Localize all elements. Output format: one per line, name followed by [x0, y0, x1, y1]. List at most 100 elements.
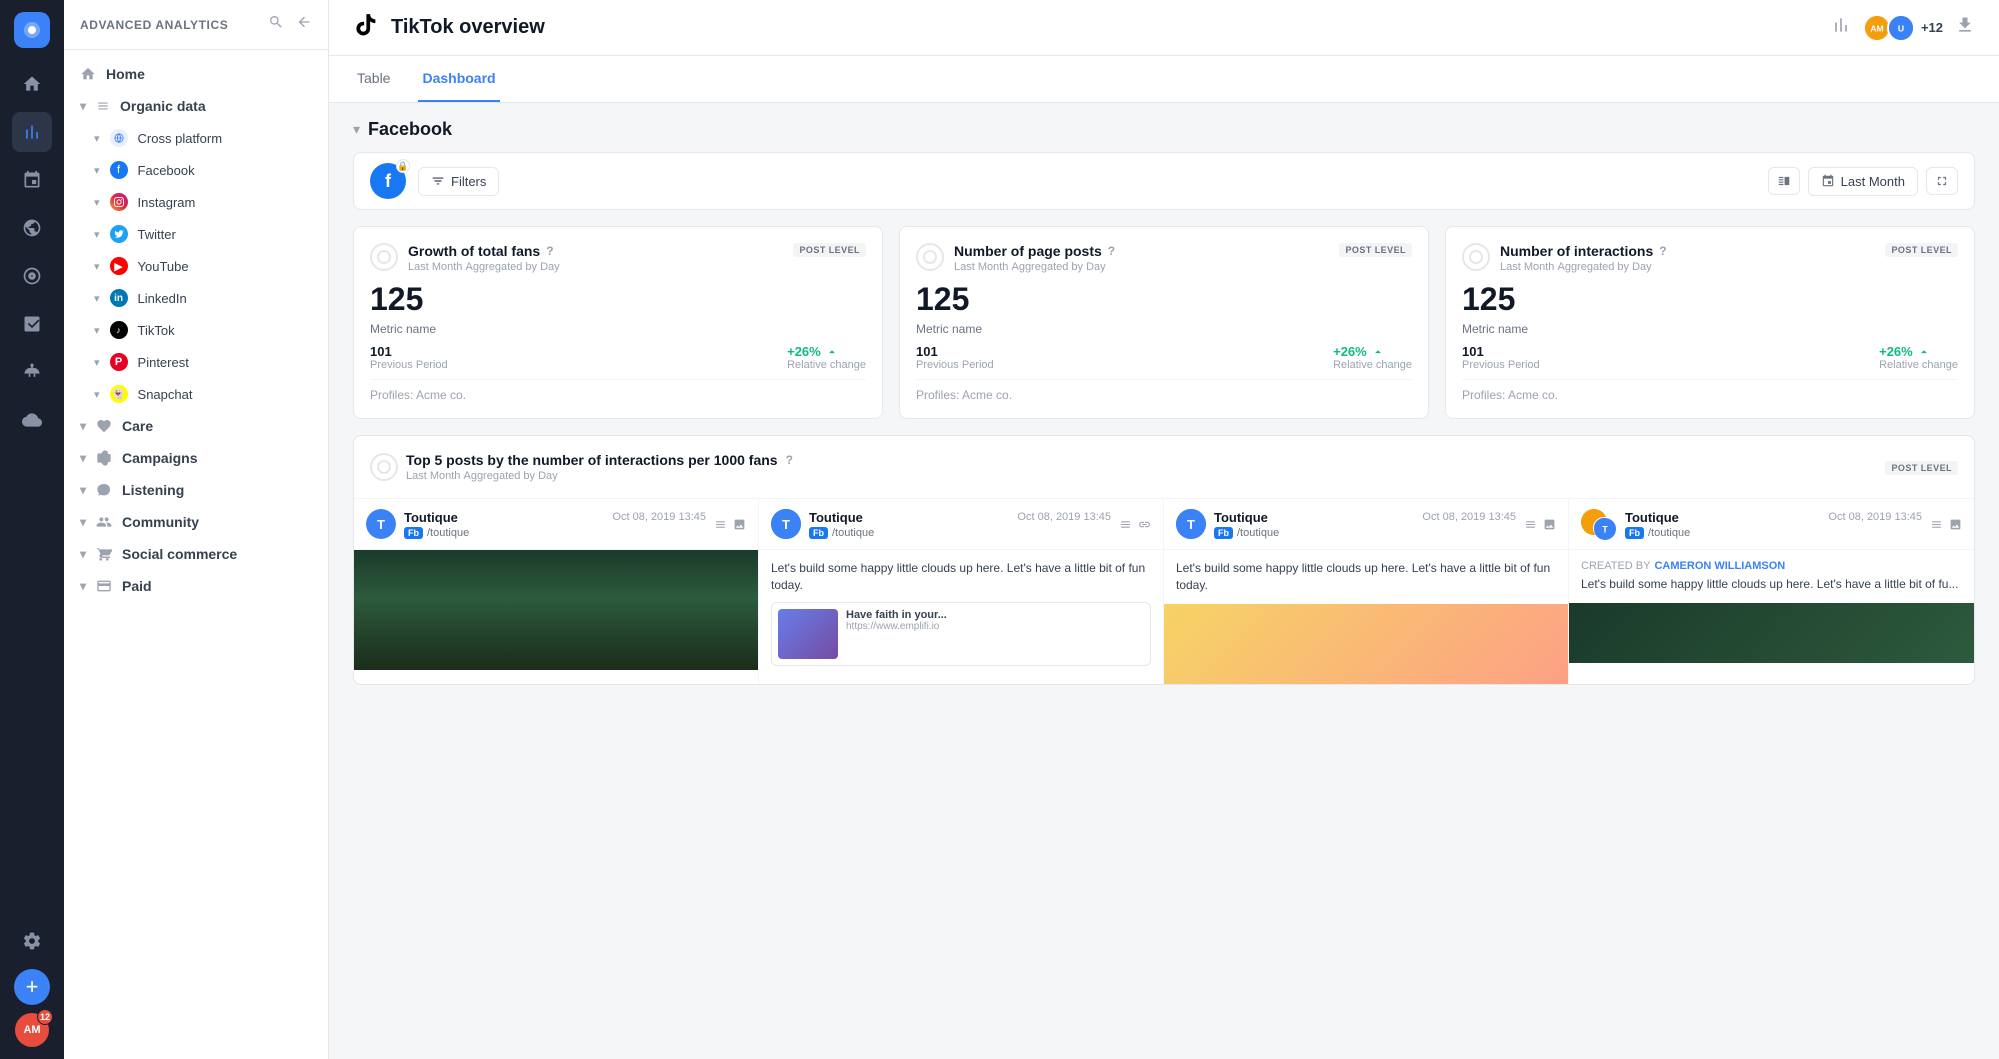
linkedin-icon: in	[110, 289, 128, 307]
split-view-button[interactable]	[1768, 167, 1800, 195]
twitter-icon	[110, 225, 128, 243]
post-4-account: Toutique	[1625, 510, 1824, 525]
metric-help-interactions[interactable]: ?	[1659, 244, 1666, 258]
metric-change-label-growth: Relative change	[787, 359, 866, 371]
post-4-text: Let's build some happy little clouds up …	[1581, 576, 1962, 593]
metric-card-interactions: Number of interactions ? Last Month Aggr…	[1445, 226, 1975, 419]
sidebar-item-care[interactable]: ▾ Care	[64, 410, 328, 442]
post-1-image	[354, 550, 758, 670]
post-4-created-by: CREATED BY CAMERON WILLIAMSON	[1581, 560, 1962, 572]
instagram-icon	[110, 193, 128, 211]
metric-help-growth[interactable]: ?	[546, 244, 553, 258]
tab-dashboard[interactable]: Dashboard	[418, 56, 499, 102]
sidebar-item-listening[interactable]: ▾ Listening	[64, 474, 328, 506]
metric-change-interactions: +26%	[1879, 344, 1958, 359]
svg-text:U: U	[1898, 23, 1904, 33]
post-3-avatar: T	[1176, 509, 1206, 539]
app-logo[interactable]	[14, 12, 50, 48]
metric-prev-page-posts: 101	[916, 344, 994, 359]
sidebar-item-organic[interactable]: ▾ Organic data	[64, 90, 328, 122]
post-card-2-header: T Toutique Oct 08, 2019 13:45 Fb /toutiq…	[759, 499, 1163, 550]
sidebar-item-home[interactable]: Home	[64, 58, 328, 90]
metric-card-growth: Growth of total fans ? Last Month Aggreg…	[353, 226, 883, 419]
sidebar-item-cross-platform[interactable]: ▾ Cross platform	[64, 122, 328, 154]
nav-analytics-icon[interactable]	[12, 112, 52, 152]
nav-target-icon[interactable]	[12, 256, 52, 296]
sidebar-app-title: ADVANCED ANALYTICS	[80, 18, 228, 32]
metric-change-label-page-posts: Relative change	[1333, 359, 1412, 371]
sidebar-facebook-label: Facebook	[138, 163, 195, 178]
metric-icon-page-posts	[916, 243, 944, 271]
posts-help-icon[interactable]: ?	[786, 453, 793, 467]
post-2-fb-tag: Fb	[809, 527, 828, 539]
filter-label: Filters	[451, 174, 486, 189]
post-3-date: Oct 08, 2019 13:45	[1422, 511, 1516, 523]
top-posts-section: Top 5 posts by the number of interaction…	[353, 435, 1975, 685]
date-range-label: Last Month	[1841, 174, 1905, 189]
pinterest-icon: P	[110, 353, 128, 371]
sidebar-item-snapchat[interactable]: ▾ 👻 Snapchat	[64, 378, 328, 410]
expand-button[interactable]	[1926, 167, 1958, 195]
filter-button[interactable]: Filters	[418, 167, 499, 196]
post-2-info: Toutique Oct 08, 2019 13:45 Fb /toutique	[809, 510, 1111, 539]
sidebar-item-campaigns[interactable]: ▾ Campaigns	[64, 442, 328, 474]
post-3-handle: /toutique	[1237, 527, 1279, 539]
nav-settings-icon[interactable]	[12, 921, 52, 961]
post-2-handle: /toutique	[832, 527, 874, 539]
sidebar-item-twitter[interactable]: ▾ Twitter	[64, 218, 328, 250]
nav-cloud-icon[interactable]	[12, 400, 52, 440]
metric-subtitle-growth: Last Month Aggregated by Day	[408, 261, 560, 273]
post-2-content: Let's build some happy little clouds up …	[759, 550, 1163, 676]
sidebar-item-youtube[interactable]: ▾ ▶ YouTube	[64, 250, 328, 282]
metric-prev-label-growth: Previous Period	[370, 359, 448, 371]
post-1-account: Toutique	[404, 510, 608, 525]
sidebar-item-tiktok[interactable]: ▾ ♪ TikTok	[64, 314, 328, 346]
metric-change-label-interactions: Relative change	[1879, 359, 1958, 371]
sidebar-item-facebook[interactable]: ▾ f Facebook	[64, 154, 328, 186]
sidebar-item-linkedin[interactable]: ▾ in LinkedIn	[64, 282, 328, 314]
sidebar-item-pinterest[interactable]: ▾ P Pinterest	[64, 346, 328, 378]
nav-network-icon[interactable]	[12, 208, 52, 248]
post-3-image	[1164, 604, 1568, 684]
export-icon[interactable]	[1955, 15, 1975, 40]
topbar: TikTok overview AM U +12	[329, 0, 1999, 56]
nav-calendar-icon[interactable]	[12, 160, 52, 200]
avatar-group[interactable]: AM U +12	[1863, 14, 1943, 42]
sidebar-campaigns-label: Campaigns	[122, 450, 197, 466]
metric-help-page-posts[interactable]: ?	[1108, 244, 1115, 258]
chart-icon[interactable]	[1831, 15, 1851, 40]
metrics-toolbar: f 🔒 Filters Last Month	[353, 152, 1975, 210]
metric-title-growth: Growth of total fans	[408, 243, 540, 259]
nav-compose-icon[interactable]	[12, 304, 52, 344]
tab-table[interactable]: Table	[353, 56, 394, 102]
add-button[interactable]: +	[14, 969, 50, 1005]
sidebar-item-community[interactable]: ▾ Community	[64, 506, 328, 538]
sidebar-item-paid[interactable]: ▾ Paid	[64, 570, 328, 602]
metric-profiles-page-posts: Profiles: Acme co.	[916, 379, 1412, 402]
section-collapse-icon[interactable]: ▾	[353, 121, 360, 138]
date-range-button[interactable]: Last Month	[1808, 167, 1918, 196]
nav-robot-icon[interactable]	[12, 352, 52, 392]
post-card-4: T Toutique Oct 08, 2019 13:45 Fb	[1569, 499, 1974, 684]
sidebar-item-instagram[interactable]: ▾ Instagram	[64, 186, 328, 218]
posts-subtitle: Last Month Aggregated by Day	[406, 470, 793, 482]
nav-home-icon[interactable]	[12, 64, 52, 104]
page-title: TikTok overview	[391, 16, 1819, 39]
post-2-text: Let's build some happy little clouds up …	[771, 560, 1151, 594]
post-2-link-title: Have faith in your...	[846, 609, 947, 621]
content-area: Table Dashboard ▾ Facebook f 🔒 Filters	[329, 56, 1999, 1059]
metric-card-page-posts: Number of page posts ? Last Month Aggreg…	[899, 226, 1429, 419]
post-4-fb-tag: Fb	[1625, 527, 1644, 539]
user-avatar[interactable]: AM 12	[15, 1013, 49, 1047]
sidebar-back-icon[interactable]	[296, 14, 312, 35]
sidebar-search-icon[interactable]	[268, 14, 284, 35]
metric-prev-interactions: 101	[1462, 344, 1540, 359]
tabs-bar: Table Dashboard	[329, 56, 1999, 103]
metric-prev-growth: 101	[370, 344, 448, 359]
sidebar-item-social-commerce[interactable]: ▾ Social commerce	[64, 538, 328, 570]
post-card-3-header: T Toutique Oct 08, 2019 13:45 Fb /toutiq…	[1164, 499, 1568, 550]
avatar-user2: U	[1887, 14, 1915, 42]
sidebar-pinterest-label: Pinterest	[138, 355, 189, 370]
metric-name-growth: Metric name	[370, 322, 866, 336]
post-4-content: CREATED BY CAMERON WILLIAMSON Let's buil…	[1569, 550, 1974, 603]
